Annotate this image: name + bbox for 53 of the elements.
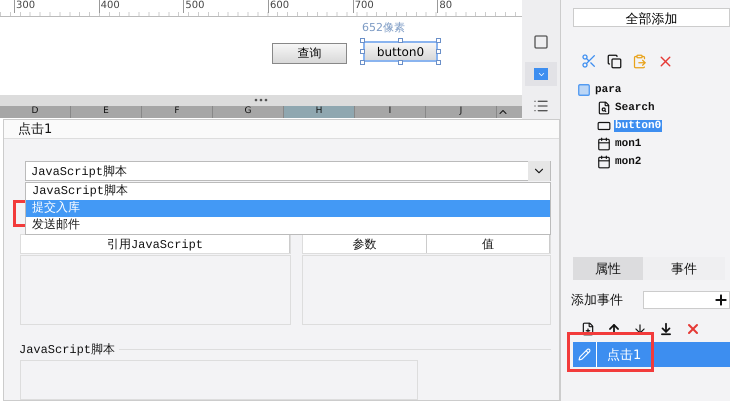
menu-option[interactable]: 发送邮件 xyxy=(26,217,550,234)
ruler-label: 600 xyxy=(268,0,353,13)
ruler-label: 700 xyxy=(352,0,438,13)
dialog-title: 点击1 xyxy=(4,120,559,139)
dropdown-icon[interactable] xyxy=(534,68,548,80)
calendar-icon xyxy=(597,137,611,151)
resize-handle[interactable] xyxy=(398,38,403,43)
menu-option[interactable]: JavaScript脚本 xyxy=(26,183,550,200)
delete-icon[interactable] xyxy=(685,321,701,337)
section-label: JavaScript脚本 xyxy=(19,342,116,358)
tree-item[interactable]: mon2 xyxy=(614,156,642,168)
move-bottom-icon[interactable] xyxy=(659,322,673,336)
search-icon xyxy=(597,101,611,115)
canvas-button[interactable]: button0 xyxy=(363,41,438,62)
button-icon xyxy=(597,119,611,133)
column-heading: 引用JavaScript xyxy=(21,235,290,253)
tab[interactable]: 事件 xyxy=(643,257,725,280)
resize-handle[interactable] xyxy=(360,60,365,65)
pencil-icon[interactable] xyxy=(578,348,591,361)
resize-handle[interactable] xyxy=(436,49,441,54)
tree-item[interactable]: mon1 xyxy=(614,138,642,150)
ruler-label: 500 xyxy=(183,0,268,13)
resize-handle[interactable] xyxy=(360,38,365,43)
select-value: JavaScript脚本 xyxy=(31,164,128,180)
cut-icon[interactable] xyxy=(581,53,597,69)
tree-item[interactable]: para xyxy=(594,84,622,96)
column-header[interactable]: H xyxy=(284,106,355,118)
new-icon[interactable] xyxy=(581,322,595,336)
copy-icon[interactable] xyxy=(607,54,622,68)
ruler-label: 400 xyxy=(98,0,184,13)
calendar-icon xyxy=(597,155,611,169)
tree-item[interactable]: Search xyxy=(614,102,656,114)
column-heading: 值 xyxy=(426,235,550,253)
resize-handle[interactable] xyxy=(398,60,403,65)
event-type-dropdown[interactable] xyxy=(643,291,730,309)
add-event-label: 添加事件 xyxy=(571,292,623,309)
dimension-label: 652像素 xyxy=(362,20,405,35)
resize-handle[interactable] xyxy=(436,38,441,43)
resize-handle[interactable] xyxy=(360,49,365,54)
frame-icon[interactable] xyxy=(533,34,549,50)
tab[interactable]: 属性 xyxy=(573,257,643,280)
list-icon[interactable] xyxy=(533,98,549,114)
paste-icon[interactable] xyxy=(632,54,647,68)
parameters-icon xyxy=(577,83,591,97)
event-label: 点击1 xyxy=(606,346,642,364)
action-select[interactable]: JavaScript脚本 xyxy=(25,161,551,181)
canvas-button[interactable]: 查询 xyxy=(272,43,347,64)
column-heading: 参数 xyxy=(303,235,426,253)
resize-handle[interactable] xyxy=(436,60,441,65)
plus-icon[interactable] xyxy=(713,292,729,308)
grip-icon[interactable] xyxy=(254,98,268,102)
add-all-button[interactable]: 全部添加 xyxy=(573,8,730,27)
ruler-label: 300 xyxy=(14,0,99,13)
